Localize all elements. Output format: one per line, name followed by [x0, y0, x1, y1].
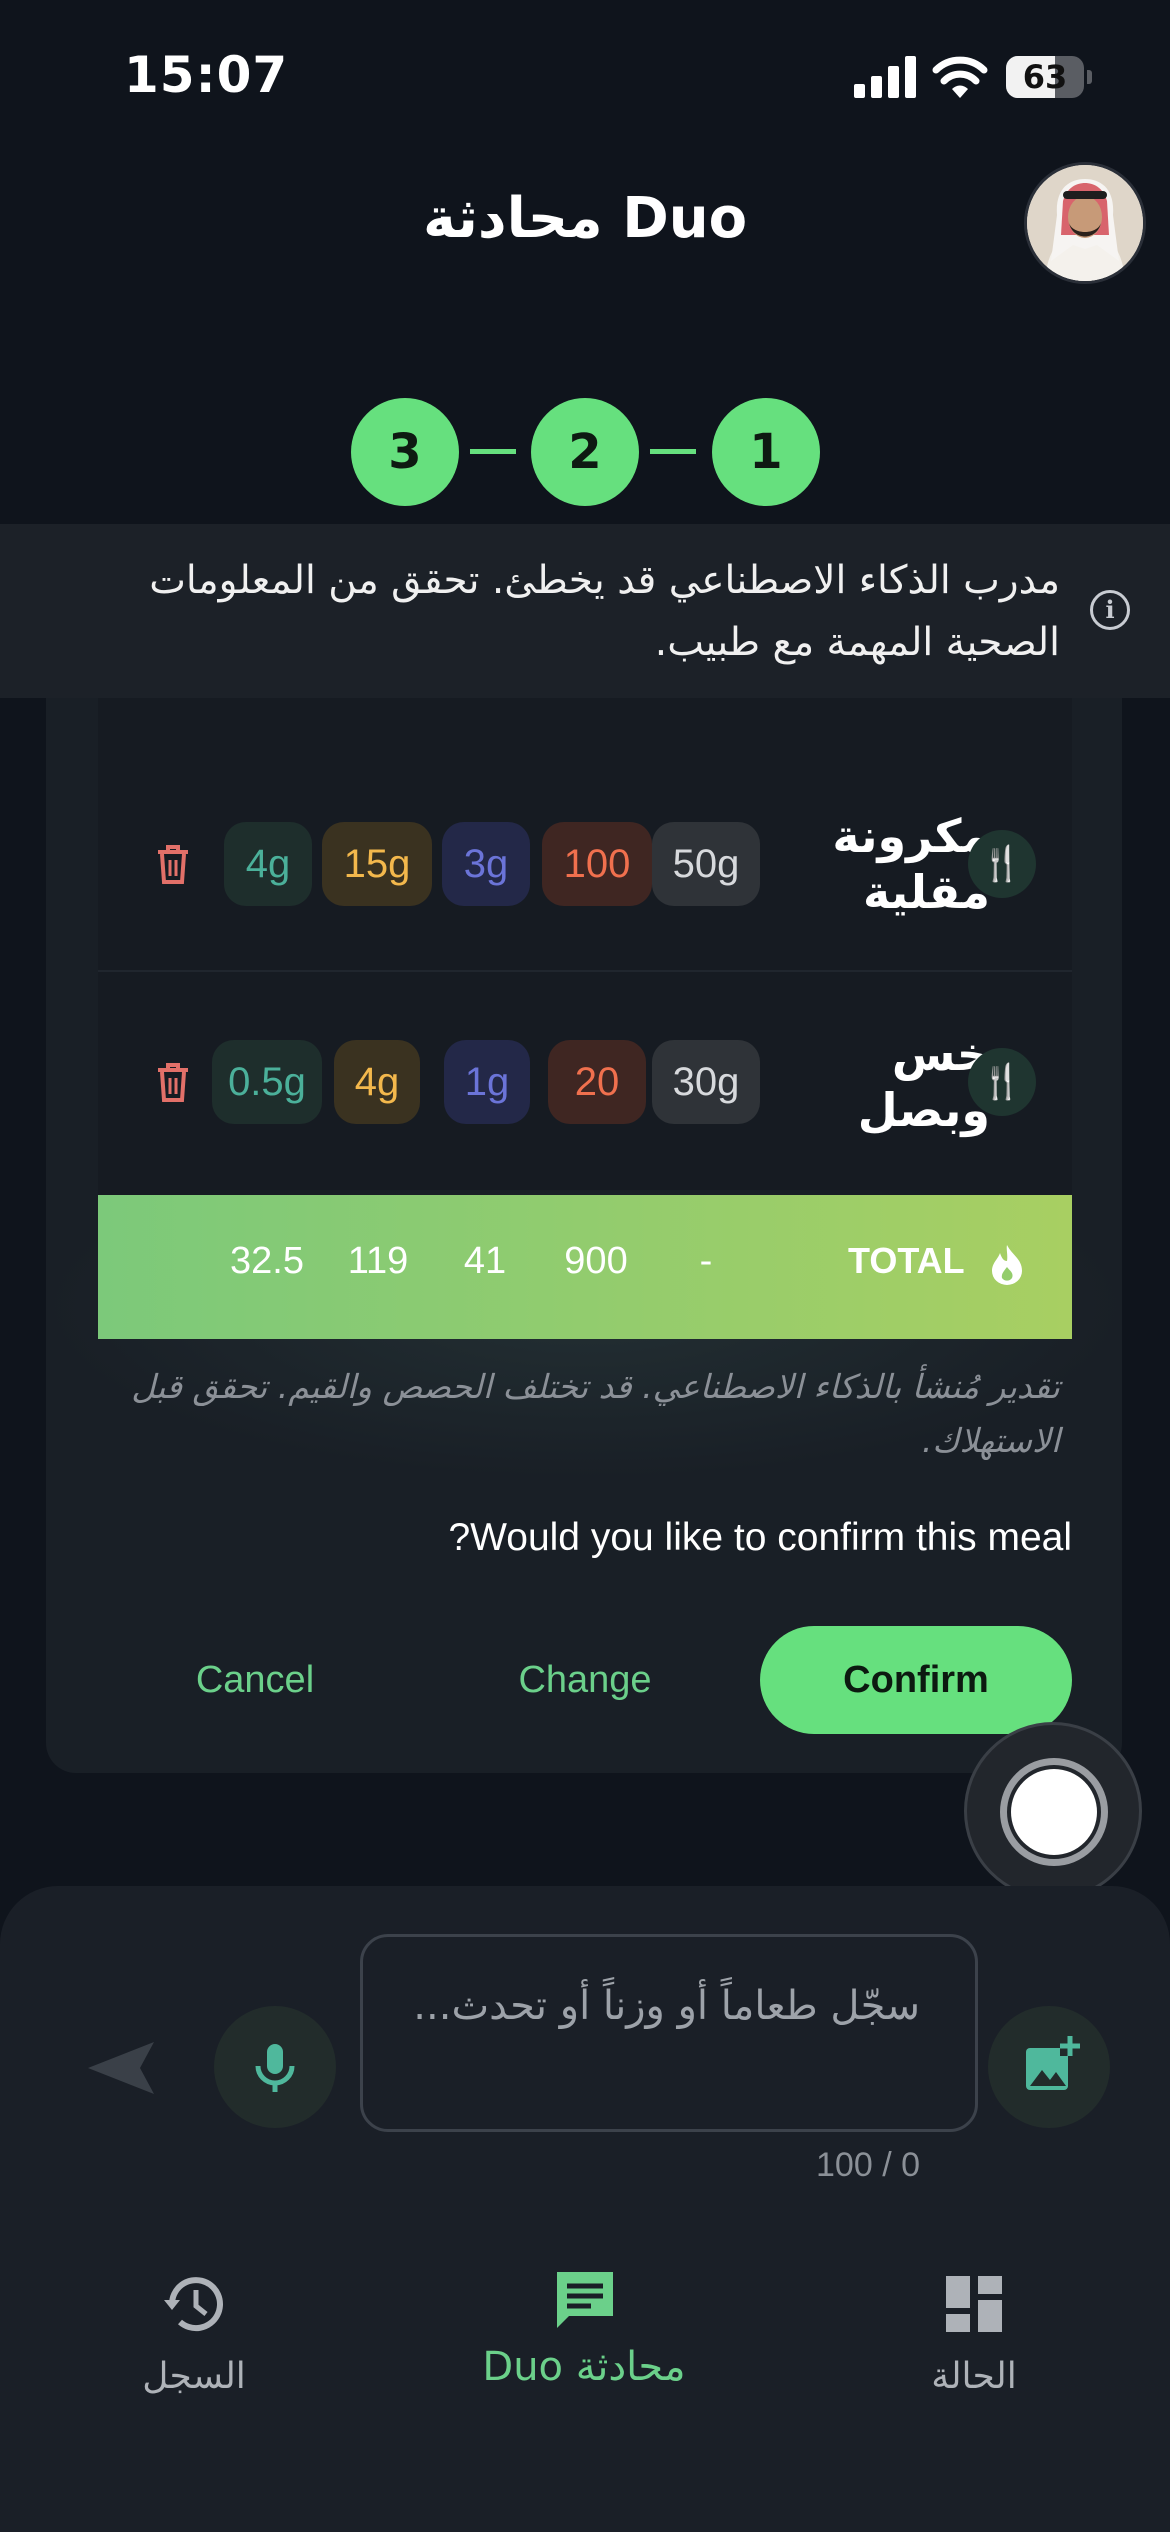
fork-knife-icon: 🍴 — [968, 1048, 1036, 1116]
step-connector — [470, 449, 516, 454]
total-carbs: 119 — [347, 1240, 409, 1282]
ai-warning-banner: مدرب الذكاء الاصطناعي قد يخطئ. تحقق من ا… — [0, 524, 1170, 698]
add-photo-icon — [1026, 2036, 1080, 2090]
food-item-name: مكرونة مقلية — [832, 809, 990, 919]
dashboard-icon[interactable] — [940, 2270, 1008, 2338]
wifi-icon — [932, 56, 988, 98]
food-item-name: خس وبصل — [857, 1027, 990, 1137]
cellular-signal-icon — [854, 56, 916, 98]
confirm-question: ?Would you like to confirm this meal — [448, 1516, 1072, 1559]
cancel-button[interactable]: Cancel — [130, 1626, 380, 1734]
message-input-placeholder: سجّل طعاماً أو وزناً أو تحدث... — [413, 1983, 920, 2029]
calories-chip[interactable]: 100 — [542, 822, 652, 906]
carbs-chip[interactable]: 15g — [322, 822, 432, 906]
history-icon[interactable] — [160, 2270, 228, 2338]
total-weight: - — [699, 1240, 713, 1282]
nav-chat-label[interactable]: محادثة Duo — [434, 2344, 734, 2390]
trash-icon[interactable] — [156, 1062, 190, 1102]
nav-status-label[interactable]: الحالة — [824, 2356, 1124, 2397]
fork-knife-icon: 🍴 — [968, 830, 1036, 898]
fat-chip[interactable]: 0.5g — [212, 1040, 322, 1124]
total-fat: 32.5 — [230, 1240, 304, 1282]
weight-chip[interactable]: 50g — [652, 822, 760, 906]
info-icon[interactable]: i — [1090, 590, 1130, 630]
total-calories: 900 — [564, 1240, 628, 1282]
protein-chip[interactable]: 1g — [444, 1040, 530, 1124]
trash-icon[interactable] — [156, 844, 190, 884]
change-button[interactable]: Change — [460, 1626, 710, 1734]
page-title: محادثة Duo — [422, 186, 748, 251]
warning-text: مدرب الذكاء الاصطناعي قد يخطئ. تحقق من ا… — [149, 558, 1060, 665]
protein-chip[interactable]: 3g — [442, 822, 530, 906]
user-avatar[interactable] — [1024, 162, 1146, 284]
step-1: 1 — [712, 398, 820, 506]
flame-icon — [992, 1245, 1022, 1285]
chat-screen: 15:07 63 محادثة Duo 1 2 3 مدرب الذكاء ال… — [0, 0, 1170, 2532]
status-time: 15:07 — [124, 46, 289, 104]
assistive-touch-dot — [1011, 1769, 1097, 1855]
battery-indicator: 63 — [1006, 56, 1092, 98]
fat-chip[interactable]: 4g — [224, 822, 312, 906]
step-3: 3 — [351, 398, 459, 506]
microphone-icon — [255, 2044, 295, 2092]
character-counter: 100 / 0 — [816, 2146, 920, 2184]
total-protein: 41 — [463, 1240, 507, 1282]
weight-chip[interactable]: 30g — [652, 1040, 760, 1124]
battery-percentage: 63 — [1022, 58, 1068, 96]
chat-icon[interactable] — [551, 2266, 619, 2334]
carbs-chip[interactable]: 4g — [334, 1040, 420, 1124]
microphone-button[interactable] — [214, 2006, 336, 2128]
step-2: 2 — [531, 398, 639, 506]
nav-history-label[interactable]: السجل — [44, 2356, 344, 2397]
ai-estimate-disclaimer: تقدير مُنشأ بالذكاء الاصطناعي. قد تختلف … — [131, 1367, 1060, 1460]
add-photo-button[interactable] — [988, 2006, 1110, 2128]
confirm-button[interactable]: Confirm — [760, 1626, 1072, 1734]
divider — [98, 970, 1072, 972]
total-label: TOTAL — [848, 1240, 965, 1281]
calories-chip[interactable]: 20 — [548, 1040, 646, 1124]
send-icon[interactable] — [84, 2038, 158, 2098]
step-connector — [650, 449, 696, 454]
